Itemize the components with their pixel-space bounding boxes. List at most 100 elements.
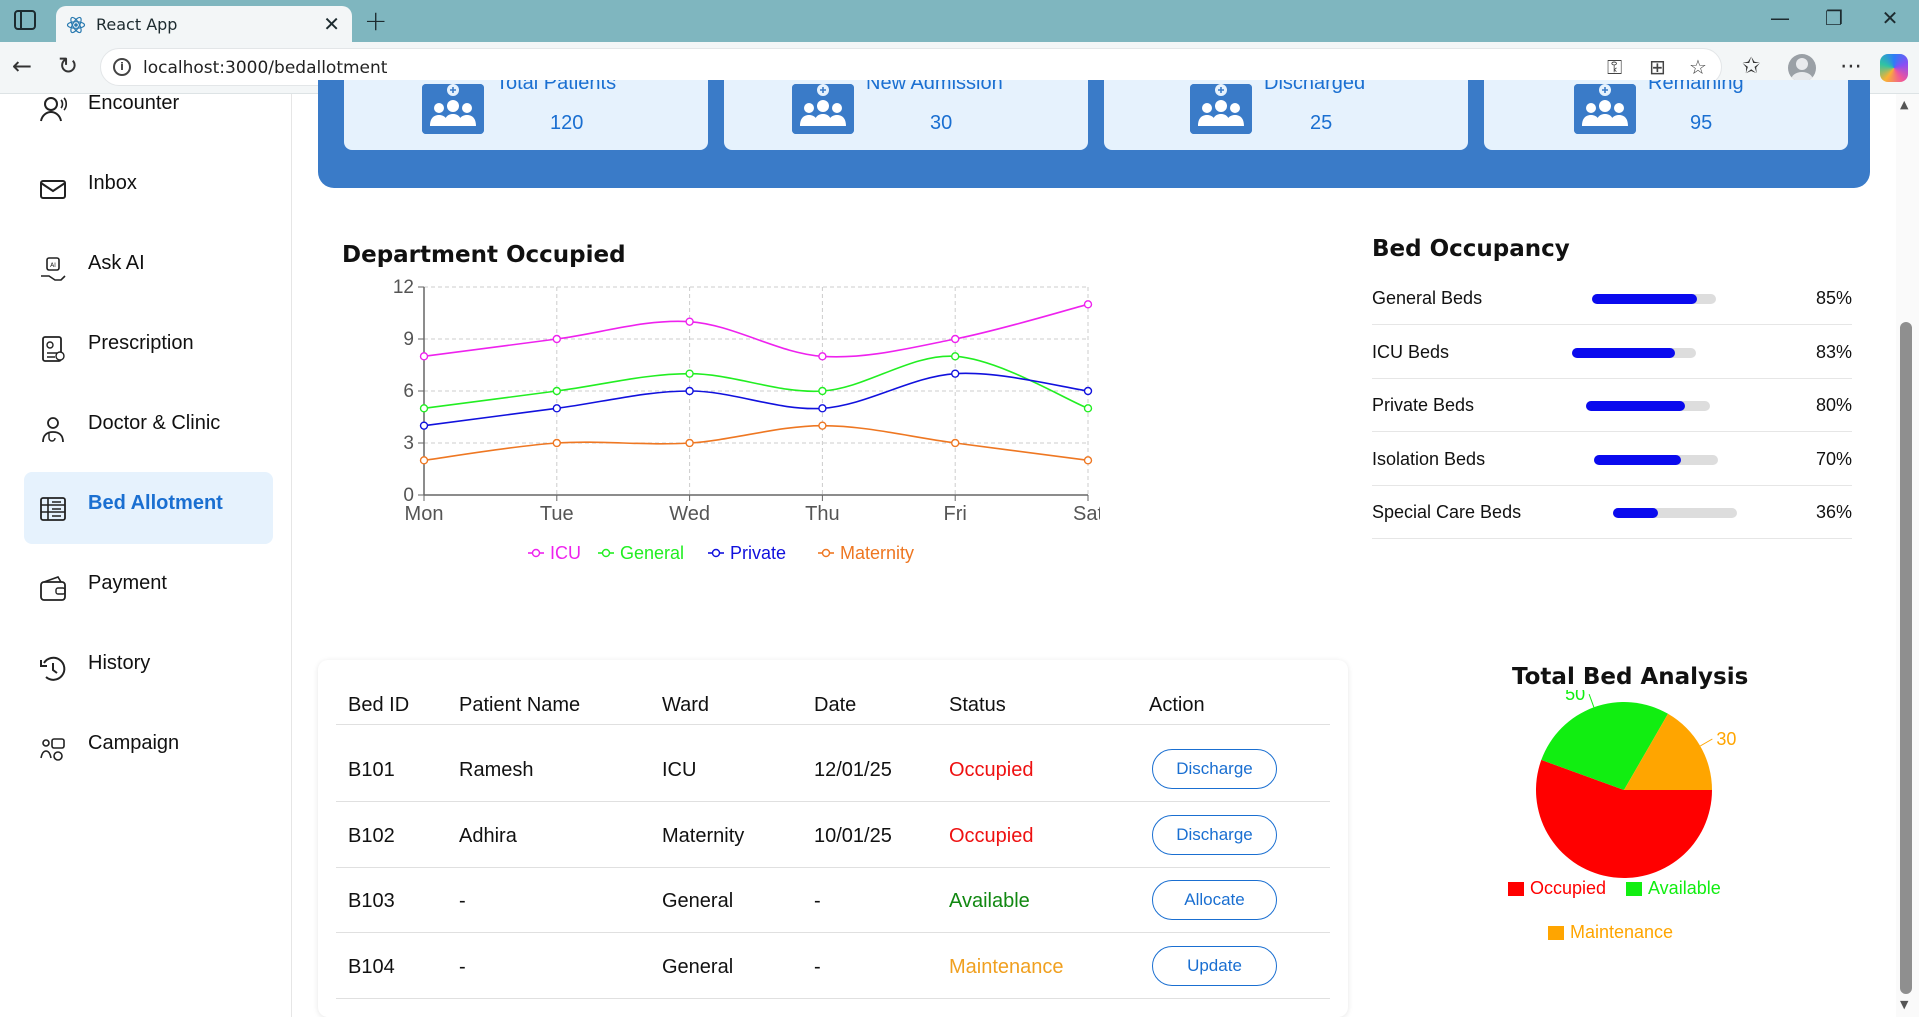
table-header-row: Bed ID Patient Name Ward Date Status Act… — [336, 660, 1330, 725]
key-icon[interactable]: ⚿ — [1607, 55, 1622, 79]
x-tick-label: Sat — [1073, 503, 1100, 525]
more-menu-icon[interactable]: ⋯ — [1840, 54, 1862, 79]
column-header: Bed ID — [348, 694, 410, 716]
close-window-icon[interactable]: ✕ — [1870, 6, 1910, 30]
new-tab-icon[interactable]: + — [364, 4, 387, 37]
scroll-up-arrow-icon[interactable]: ▲ — [1900, 98, 1908, 111]
browser-tab[interactable]: React App ✕ — [56, 6, 352, 42]
sidebar-item-payment[interactable]: Payment — [24, 552, 273, 624]
legend-marker-dot — [821, 548, 831, 558]
data-point-private[interactable] — [419, 421, 429, 430]
copilot-icon[interactable] — [1880, 54, 1908, 82]
legend-swatch — [1626, 882, 1642, 896]
data-point-icu[interactable] — [419, 352, 429, 361]
sidebar-item-ask-ai[interactable]: AI Ask AI — [24, 232, 273, 304]
data-point-maternity[interactable] — [951, 438, 960, 448]
scroll-down-arrow-icon[interactable]: ▼ — [1900, 998, 1908, 1011]
stat-value: 120 — [550, 112, 584, 134]
data-point-icu[interactable] — [685, 317, 694, 326]
favorites-icon[interactable]: ✩ — [1742, 54, 1760, 79]
data-point-icu[interactable] — [552, 334, 562, 344]
data-point-general[interactable] — [685, 369, 694, 378]
occupancy-bar-track — [1594, 454, 1718, 465]
data-point-general[interactable] — [552, 386, 562, 396]
occupancy-bar-fill — [1586, 401, 1686, 411]
favorite-star-icon[interactable]: ☆ — [1689, 55, 1707, 79]
app-available-icon[interactable]: ⊞ — [1649, 55, 1666, 79]
discharge-button[interactable]: Discharge — [1152, 749, 1277, 789]
data-point-maternity[interactable] — [1083, 456, 1093, 465]
occupancy-bar-fill — [1592, 294, 1698, 304]
allocate-button[interactable]: Allocate — [1152, 880, 1277, 920]
update-button[interactable]: Update — [1152, 945, 1277, 986]
table-row: B103 - General - Available Allocate — [336, 868, 1330, 933]
sidebar-item-inbox[interactable]: Inbox — [24, 152, 273, 224]
legend-label[interactable]: Maintenance — [1570, 922, 1673, 942]
sidebar-item-encounter[interactable]: Encounter — [24, 72, 273, 144]
occupancy-percent: 36% — [1815, 502, 1852, 522]
cell-status: Occupied — [949, 824, 1034, 847]
sidebar-item-bed-allotment[interactable]: Bed Allotment — [24, 472, 273, 544]
sidebar-item-label: Ask AI — [88, 252, 145, 274]
series-line-icu — [423, 303, 1089, 358]
cell-patient-name: - — [459, 890, 466, 912]
minimize-icon[interactable]: — — [1760, 6, 1800, 30]
pie-data-label: 30 — [1716, 729, 1736, 749]
table-row: B101 Ramesh ICU 12/01/25 Occupied Discharge — [336, 737, 1330, 802]
stat-label: Discharged — [1264, 80, 1366, 94]
legend-label[interactable]: General — [620, 543, 684, 563]
sidebar: Encounter Inbox AI Ask AI Prescription D… — [0, 92, 292, 1017]
legend-label[interactable]: Occupied — [1530, 878, 1606, 898]
ask-ai-icon: AI — [41, 257, 66, 281]
data-point-private[interactable] — [1083, 386, 1093, 396]
profile-avatar[interactable] — [1788, 54, 1816, 82]
data-point-general[interactable] — [818, 386, 827, 396]
sidebar-item-label: Doctor & Clinic — [88, 412, 221, 434]
data-point-private[interactable] — [818, 404, 827, 413]
legend-label[interactable]: Maternity — [840, 543, 914, 563]
data-point-icu[interactable] — [818, 352, 827, 361]
data-point-icu[interactable] — [1083, 300, 1093, 309]
data-point-icu[interactable] — [951, 334, 960, 344]
sidebar-item-campaign[interactable]: Campaign — [24, 712, 273, 784]
data-point-maternity[interactable] — [552, 438, 562, 448]
data-point-private[interactable] — [951, 369, 960, 378]
stat-value: 25 — [1310, 112, 1333, 134]
restore-icon[interactable]: ❐ — [1814, 6, 1854, 30]
legend-swatch — [1508, 882, 1524, 896]
history-icon — [40, 656, 66, 681]
table-row: B104 - General - Maintenance Update — [336, 934, 1330, 999]
stat-label: Total Patients — [496, 80, 617, 94]
discharge-button[interactable]: Discharge — [1152, 814, 1277, 855]
x-tick-label: Mon — [405, 503, 444, 525]
close-tab-icon[interactable]: ✕ — [323, 12, 340, 36]
stat-card-new-admission: New Admission 30 — [724, 80, 1088, 150]
legend-label[interactable]: Private — [730, 543, 786, 563]
data-point-general[interactable] — [1083, 404, 1093, 413]
cell-date: - — [814, 955, 821, 978]
occupancy-percent: 70% — [1815, 448, 1852, 469]
data-point-maternity[interactable] — [685, 438, 694, 448]
patients-group-icon — [422, 84, 484, 134]
scrollbar-thumb[interactable] — [1900, 322, 1912, 994]
column-header: Patient Name — [459, 694, 581, 716]
tab-actions-icon[interactable] — [14, 10, 36, 30]
legend-label[interactable]: Available — [1648, 878, 1721, 898]
sidebar-item-label: Inbox — [88, 172, 137, 194]
data-point-general[interactable] — [951, 352, 960, 361]
data-point-maternity[interactable] — [818, 421, 827, 430]
data-point-private[interactable] — [552, 404, 562, 413]
legend-marker-dot — [601, 548, 611, 558]
sidebar-item-doctor-clinic[interactable]: Doctor & Clinic — [24, 392, 273, 464]
sidebar-item-prescription[interactable]: Prescription — [24, 312, 273, 384]
sidebar-item-history[interactable]: History — [24, 632, 273, 704]
occupancy-bar-fill — [1594, 454, 1681, 465]
legend-label[interactable]: ICU — [550, 543, 581, 563]
data-point-general[interactable] — [419, 404, 429, 413]
column-header: Action — [1149, 694, 1205, 716]
cell-ward: General — [662, 890, 734, 912]
data-point-maternity[interactable] — [419, 456, 429, 465]
legend-marker-dot — [531, 548, 541, 558]
pie-label-line — [1699, 738, 1713, 747]
data-point-private[interactable] — [685, 386, 694, 396]
